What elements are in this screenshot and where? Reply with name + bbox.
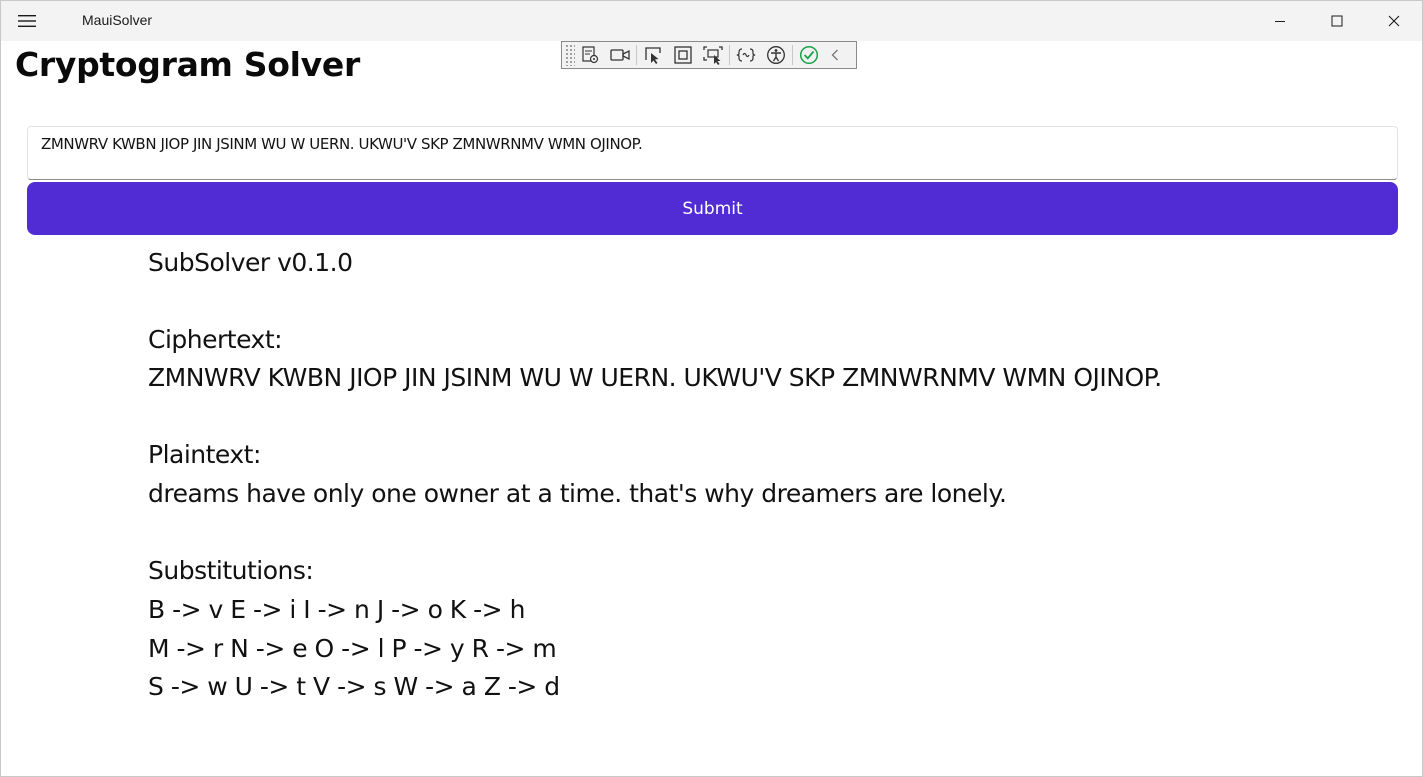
substitution-line: B -> v E -> i I -> n J -> o K -> h bbox=[148, 595, 525, 624]
display-layout-adorners-icon[interactable] bbox=[668, 42, 698, 68]
plaintext-value: dreams have only one owner at a time. th… bbox=[148, 479, 1007, 508]
collapse-chevron-icon[interactable] bbox=[824, 42, 846, 68]
substitutions-label: Substitutions: bbox=[148, 556, 314, 585]
solver-version: SubSolver v0.1.0 bbox=[148, 248, 353, 277]
plaintext-label: Plaintext: bbox=[148, 440, 261, 469]
toolbar-grip[interactable] bbox=[565, 44, 575, 66]
hamburger-menu-icon[interactable] bbox=[9, 7, 45, 35]
toolbar-separator bbox=[636, 45, 637, 65]
app-window: MauiSolver Cryptogram Solver ZMNWRV KWBN… bbox=[0, 0, 1423, 777]
ciphertext-label: Ciphertext: bbox=[148, 325, 283, 354]
binding-failures-icon[interactable] bbox=[731, 42, 761, 68]
toolbar-separator bbox=[792, 45, 793, 65]
substitution-line: M -> r N -> e O -> l P -> y R -> m bbox=[148, 634, 557, 663]
live-visual-tree-icon[interactable] bbox=[575, 42, 605, 68]
app-title: MauiSolver bbox=[82, 12, 153, 28]
title-bar: MauiSolver bbox=[1, 1, 1422, 41]
close-button[interactable] bbox=[1366, 1, 1422, 41]
close-icon bbox=[1388, 12, 1400, 31]
toolbar-separator bbox=[729, 45, 730, 65]
minimize-icon bbox=[1274, 12, 1286, 31]
ciphertext-value: ZMNWRV KWBN JIOP JIN JSINM WU W UERN. UK… bbox=[148, 363, 1162, 392]
track-focus-icon[interactable] bbox=[698, 42, 728, 68]
select-element-icon[interactable] bbox=[638, 42, 668, 68]
record-icon[interactable] bbox=[605, 42, 635, 68]
maximize-icon bbox=[1331, 12, 1343, 31]
submit-button[interactable]: Submit bbox=[27, 182, 1398, 235]
xaml-debug-toolbar bbox=[561, 41, 857, 69]
accessibility-checker-icon[interactable] bbox=[761, 42, 791, 68]
cipher-input[interactable]: ZMNWRV KWBN JIOP JIN JSINM WU W UERN. UK… bbox=[27, 126, 1398, 180]
no-issues-check-icon[interactable] bbox=[794, 42, 824, 68]
maximize-button[interactable] bbox=[1309, 1, 1365, 41]
substitution-line: S -> w U -> t V -> s W -> a Z -> d bbox=[148, 672, 560, 701]
page-title: Cryptogram Solver bbox=[15, 45, 360, 84]
minimize-button[interactable] bbox=[1252, 1, 1308, 41]
